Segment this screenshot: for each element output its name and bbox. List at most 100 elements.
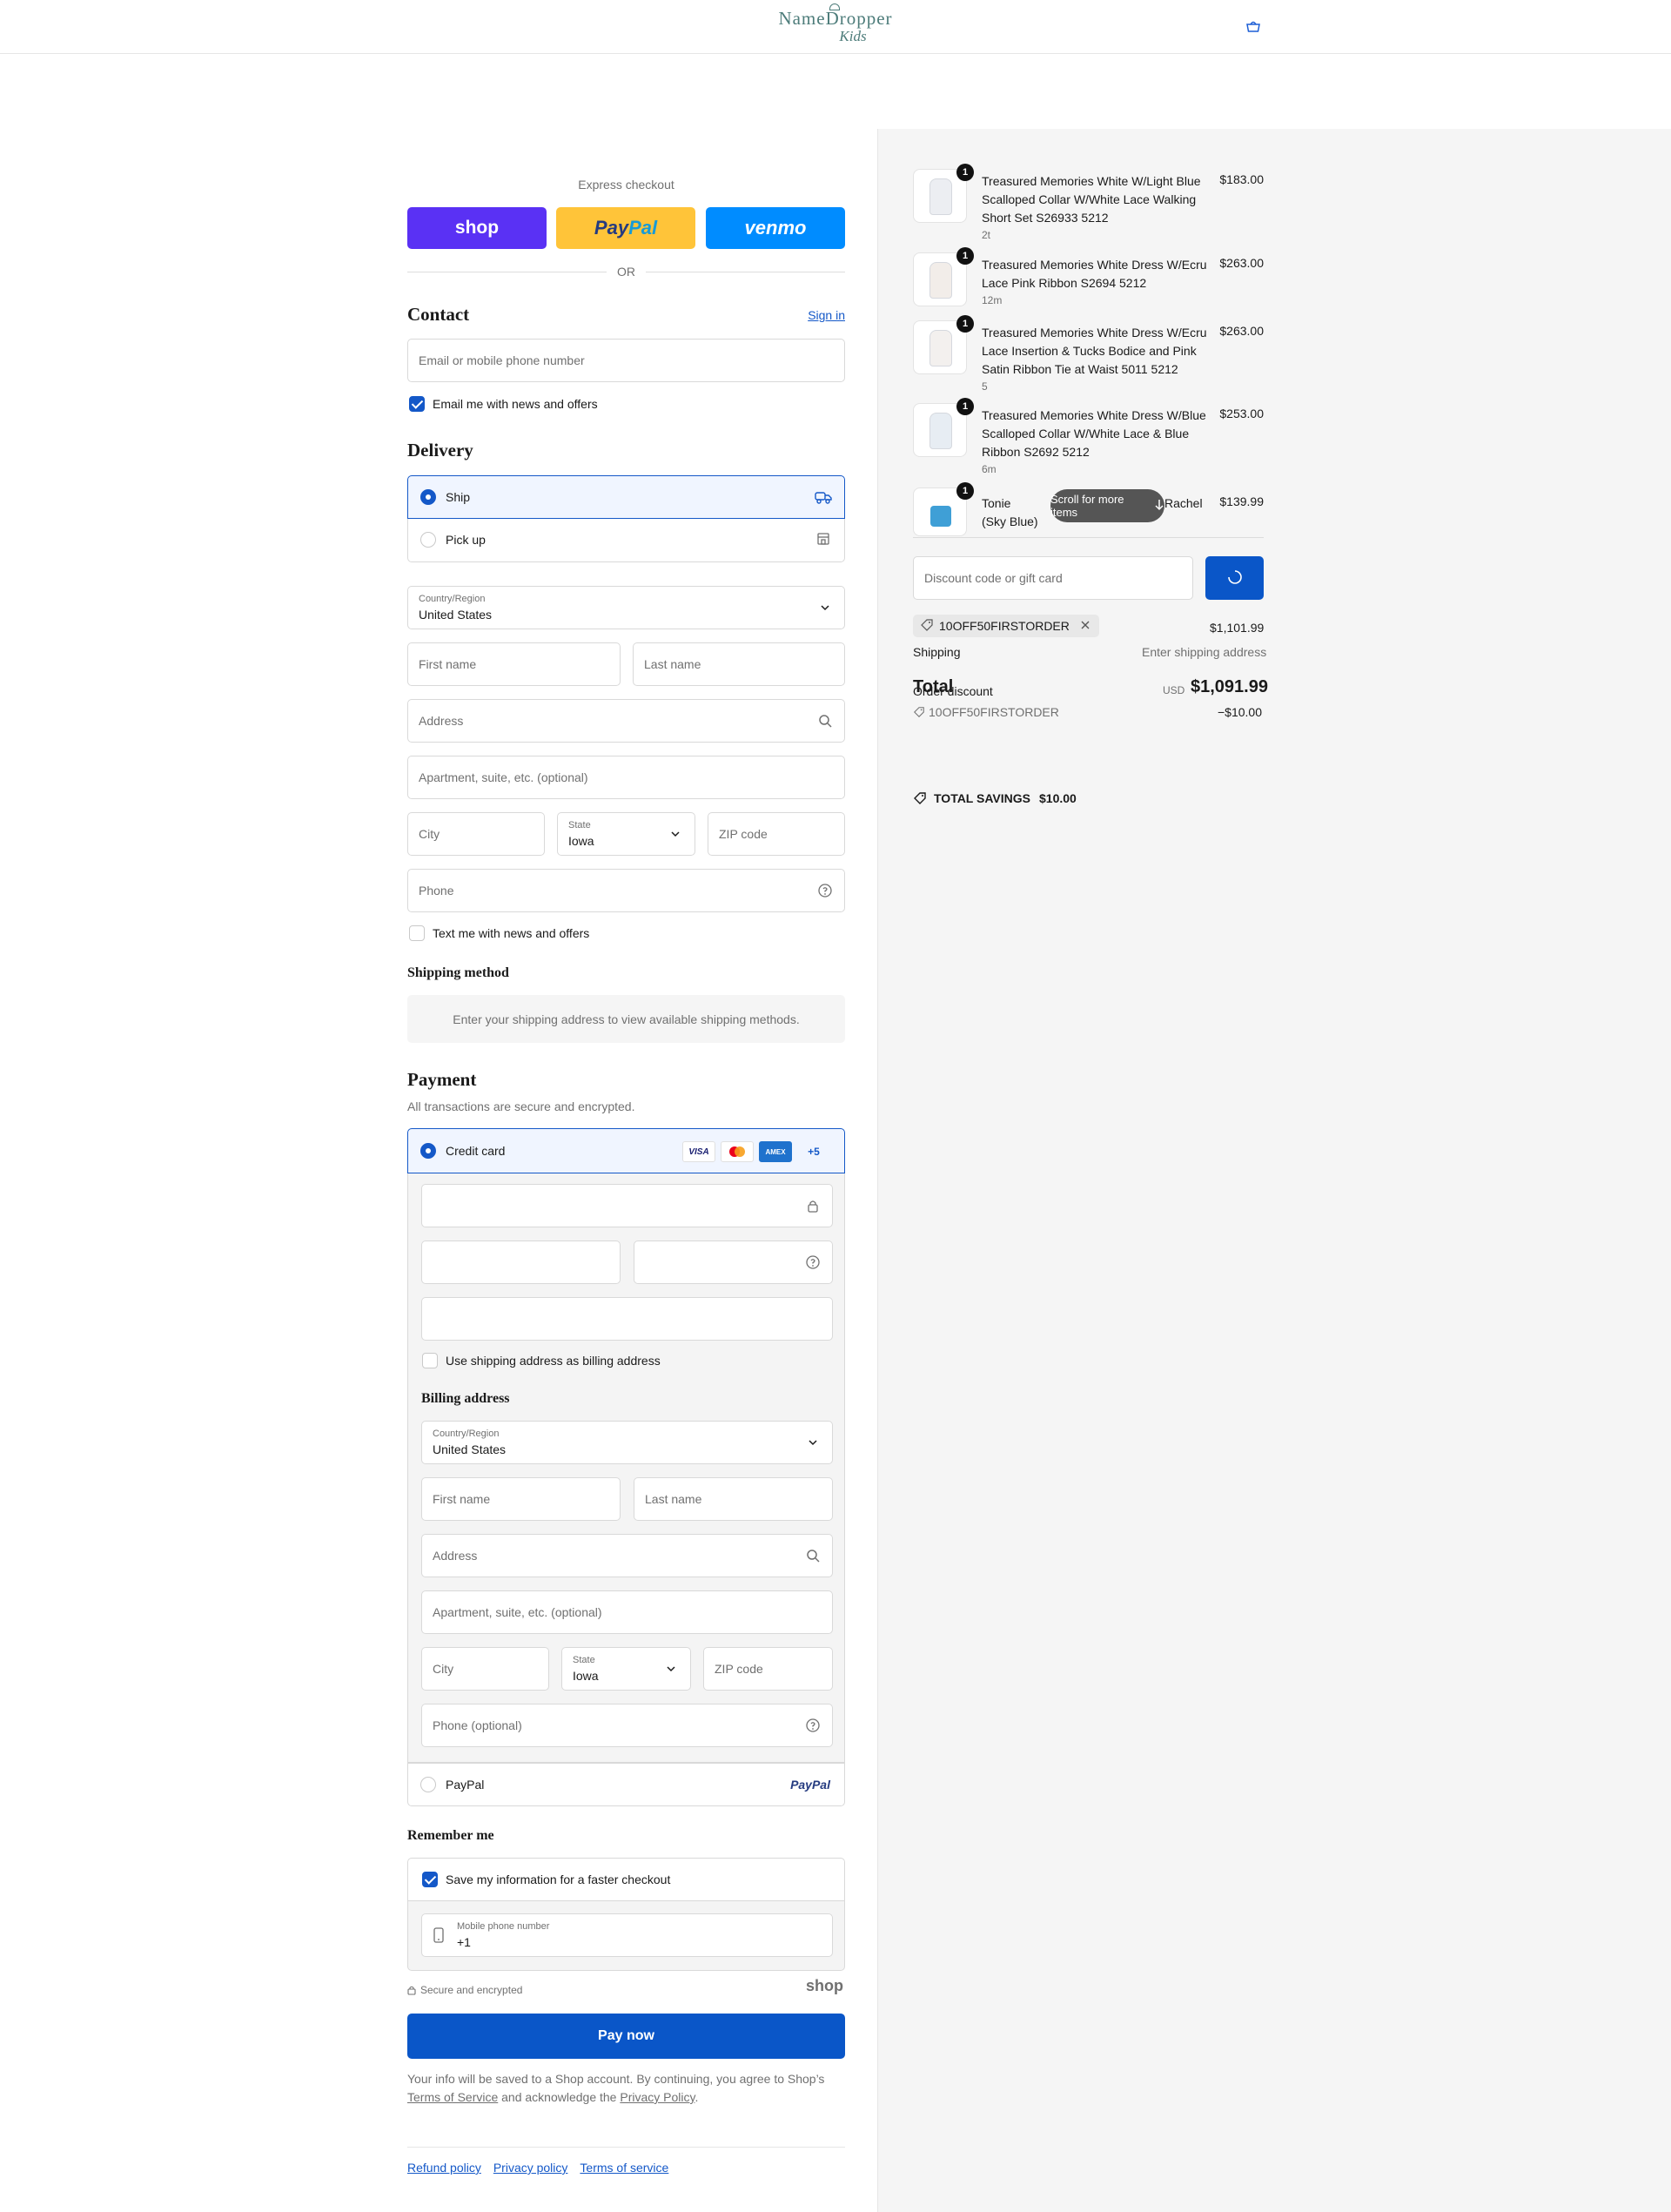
paypal-express-button[interactable]: Pay Pal [556,207,695,249]
address-field[interactable]: Address [407,699,845,743]
shop-pay-button[interactable]: shop [407,207,547,249]
remove-discount-icon[interactable] [1080,619,1091,633]
mobile-phone-field[interactable]: Mobile phone number +1 [421,1913,833,1957]
venmo-label: venmo [744,217,807,239]
terms-of-service-link[interactable]: Terms of service [580,2161,668,2175]
card-logos: VISA AMEX +5 [682,1141,830,1162]
truck-icon [815,490,832,507]
billing-country-select[interactable]: Country/Region United States [421,1421,833,1464]
crown-icon [829,3,840,10]
billing-phone-placeholder: Phone (optional) [433,1718,522,1732]
paypal-radio[interactable] [420,1777,436,1792]
billing-address-placeholder: Address [433,1549,478,1563]
item-name: Treasured Memories White W/Light Blue Sc… [982,174,1201,225]
apartment-field[interactable]: Apartment, suite, etc. (optional) [407,756,845,799]
ship-radio[interactable] [420,489,436,505]
shop-pay-label: shop [454,218,500,238]
zip-placeholder: ZIP code [719,827,768,841]
country-select[interactable]: Country/Region United States [407,586,845,629]
email-offers-checkbox[interactable] [409,396,425,412]
credit-card-option[interactable]: Credit card VISA AMEX +5 [407,1128,845,1173]
billing-last-name-placeholder: Last name [645,1492,702,1506]
search-icon [817,713,833,729]
security-code-field[interactable] [634,1240,833,1284]
scroll-for-more-button[interactable]: Scroll for more items [1050,489,1164,522]
billing-phone-field[interactable]: Phone (optional) [421,1704,833,1747]
billing-first-name-field[interactable]: First name [421,1477,621,1521]
discount-tag: 10OFF50FIRSTORDER [913,615,1099,637]
subtotal-value: $1,101.99 [1210,621,1265,635]
item-price: $253.00 [1219,407,1264,420]
venmo-button[interactable]: venmo [706,207,845,249]
product-image-shape [929,178,952,215]
help-circle-icon[interactable] [817,883,833,898]
expiration-field[interactable] [421,1240,621,1284]
billing-state-select[interactable]: State Iowa [561,1647,691,1691]
store-logo[interactable]: NameDropper Kids [762,3,909,47]
card-number-field[interactable] [421,1184,833,1227]
credit-card-form: Use shipping address as billing address … [407,1173,845,1763]
billing-address-field[interactable]: Address [421,1534,833,1577]
shop-logo: shop [806,1977,843,1994]
help-circle-icon[interactable] [805,1254,821,1270]
discount-placeholder: Discount code or gift card [924,571,1063,585]
state-select[interactable]: State Iowa [557,812,695,856]
discount-code-field[interactable]: Discount code or gift card [913,556,1193,600]
product-image-shape [929,413,952,449]
save-info-option[interactable]: Save my information for a faster checkou… [407,1858,845,1901]
ship-option[interactable]: Ship [407,475,845,519]
legal-text: Your info will be saved to a Shop accoun… [407,2070,845,2107]
shop-privacy-link[interactable]: Privacy Policy [620,2090,695,2104]
refund-policy-link[interactable]: Refund policy [407,2161,481,2175]
phone-placeholder: Phone [419,884,454,898]
shopping-bag-icon[interactable] [1245,19,1261,33]
text-offers-checkbox[interactable] [409,925,425,941]
first-name-field[interactable]: First name [407,642,621,686]
chevron-down-icon [663,1661,679,1677]
discount-code-label: 10OFF50FIRSTORDER [939,619,1070,633]
billing-apartment-placeholder: Apartment, suite, etc. (optional) [433,1605,602,1619]
item-price: $263.00 [1219,324,1264,338]
pay-now-button[interactable]: Pay now [407,2014,845,2059]
last-name-field[interactable]: Last name [633,642,845,686]
mobile-phone-label: Mobile phone number [457,1921,550,1932]
sign-in-link[interactable]: Sign in [808,308,845,322]
city-placeholder: City [419,827,440,841]
cart-divider [913,537,1264,538]
item-details: Treasured Memories White Dress W/Ecru La… [982,324,1208,394]
chevron-down-icon [668,826,683,842]
small-lock-icon [407,1984,416,1998]
billing-country-label: Country/Region [433,1429,500,1439]
item-name: Treasured Memories White Dress W/Blue Sc… [982,408,1206,459]
billing-first-name-placeholder: First name [433,1492,491,1506]
email-field[interactable]: Email or mobile phone number [407,339,845,382]
pickup-radio[interactable] [420,532,436,548]
billing-city-field[interactable]: City [421,1647,549,1691]
paypal-option[interactable]: PayPal PayPal [407,1763,845,1806]
billing-title: Billing address [421,1391,510,1406]
paypal-label-b: Pal [628,217,658,239]
pickup-option[interactable]: Pick up [407,519,845,562]
quantity-badge: 1 [956,315,974,333]
privacy-policy-link[interactable]: Privacy policy [493,2161,568,2175]
shop-terms-link[interactable]: Terms of Service [407,2090,498,2104]
billing-zip-field[interactable]: ZIP code [703,1647,833,1691]
state-value: Iowa [568,834,594,848]
help-circle-icon[interactable] [805,1718,821,1733]
remember-panel: Mobile phone number +1 [407,1901,845,1971]
name-on-card-field[interactable] [421,1297,833,1341]
payment-title: Payment [407,1069,477,1090]
applied-discount-code: 10OFF50FIRSTORDER [929,705,1059,719]
shipping-method-notice: Enter your shipping address to view avai… [407,995,845,1043]
billing-apartment-field[interactable]: Apartment, suite, etc. (optional) [421,1590,833,1634]
apply-discount-button[interactable] [1205,556,1264,600]
billing-last-name-field[interactable]: Last name [634,1477,833,1521]
zip-field[interactable]: ZIP code [708,812,845,856]
phone-field[interactable]: Phone [407,869,845,912]
store-icon [816,532,830,548]
save-info-checkbox[interactable] [422,1872,438,1887]
credit-card-radio[interactable] [420,1143,436,1159]
city-field[interactable]: City [407,812,545,856]
use-shipping-checkbox[interactable] [422,1353,438,1368]
quantity-badge: 1 [956,398,974,415]
